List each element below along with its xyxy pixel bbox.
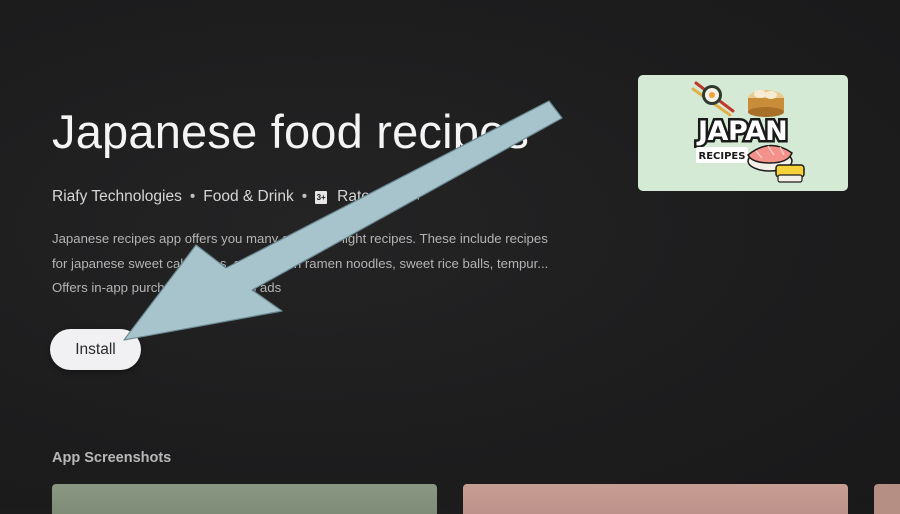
app-screenshots-heading: App Screenshots <box>52 450 172 466</box>
description-line: Japanese recipes app offers you many qui… <box>52 231 548 246</box>
in-app-purchase-notice: Offers in-app purchases · Contains ads <box>52 280 282 295</box>
screenshot-thumbnail[interactable] <box>52 484 437 514</box>
japan-recipes-artwork: JAPAN RECIPES <box>691 81 805 183</box>
app-category: Food & Drink <box>203 188 294 205</box>
app-description: Japanese recipes app offers you many qui… <box>52 227 582 301</box>
description-line: for japanese sweet cake buns, sushi, udo… <box>52 255 549 271</box>
feature-graphic: JAPAN RECIPES <box>638 75 848 191</box>
content-rating-label: Rated for 3+ <box>337 188 423 205</box>
developer-name[interactable]: Riafy Technologies <box>52 188 182 206</box>
screenshot-thumbnail[interactable] <box>874 484 900 514</box>
content-rating-icon: 3+ <box>315 190 328 204</box>
app-meta-row: Riafy Technologies • Food & Drink • 3+ R… <box>52 186 423 208</box>
meta-separator: • <box>301 188 308 205</box>
app-title: Japanese food recipes <box>52 105 530 158</box>
install-button[interactable]: Install <box>50 329 141 370</box>
meta-separator: • <box>189 188 196 205</box>
feature-subline: RECIPES <box>699 151 746 162</box>
screenshot-thumbnail[interactable] <box>463 484 848 514</box>
feature-headline: JAPAN <box>696 116 787 147</box>
